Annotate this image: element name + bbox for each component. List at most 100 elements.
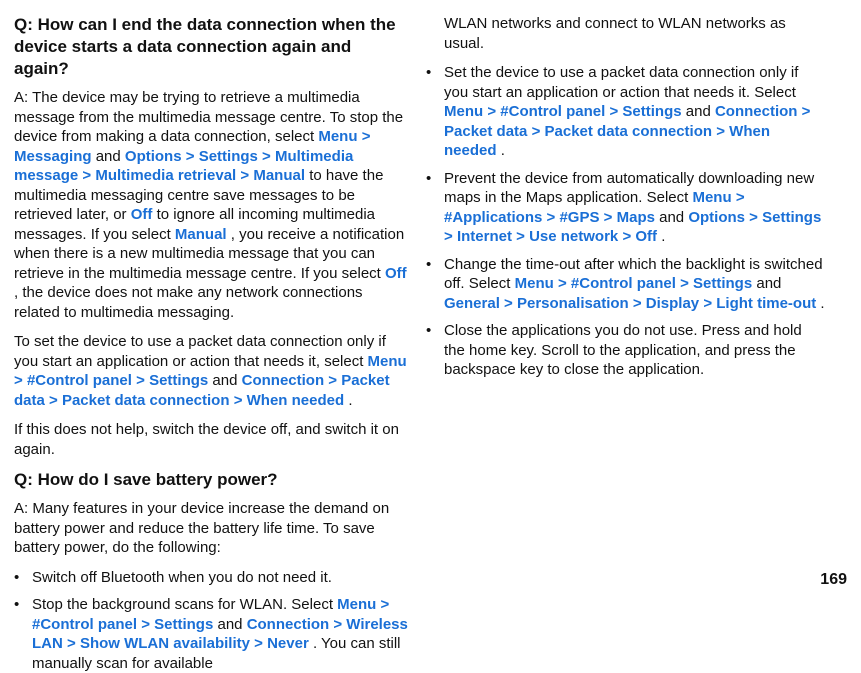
- breadcrumb-chevron-icon: >: [381, 596, 390, 613]
- breadcrumb-chevron-icon: >: [254, 635, 267, 652]
- list-item: • Stop the background scans for WLAN. Se…: [14, 595, 408, 673]
- bullet-icon: •: [426, 321, 444, 380]
- breadcrumb-chevron-icon: >: [609, 103, 622, 120]
- menu-link[interactable]: Menu: [515, 275, 554, 292]
- text: .: [820, 295, 824, 312]
- right-column: WLAN networks and connect to WLAN networ…: [426, 14, 826, 637]
- text: Prevent the device from automatically do…: [444, 170, 814, 207]
- breadcrumb-chevron-icon: >: [749, 209, 762, 226]
- show-wlan-link[interactable]: Show WLAN availability: [80, 635, 250, 652]
- breadcrumb-chevron-icon: >: [362, 128, 371, 145]
- bullet-text: Switch off Bluetooth when you do not nee…: [32, 568, 408, 588]
- text: .: [501, 142, 505, 159]
- breadcrumb-chevron-icon: >: [802, 103, 811, 120]
- personalisation-link[interactable]: Personalisation: [517, 295, 629, 312]
- breadcrumb-chevron-icon: >: [703, 295, 716, 312]
- breadcrumb-chevron-icon: >: [14, 372, 27, 389]
- manual-page: Q: How can I end the data connection whe…: [0, 0, 861, 651]
- text: , the device does not make any network c…: [14, 284, 363, 321]
- breadcrumb-chevron-icon: >: [136, 372, 149, 389]
- never-link[interactable]: Never: [267, 635, 309, 652]
- maps-link[interactable]: Maps: [617, 209, 655, 226]
- options-link[interactable]: Options: [688, 209, 745, 226]
- question-battery: Q: How do I save battery power?: [14, 469, 408, 491]
- breadcrumb-chevron-icon: >: [49, 392, 62, 409]
- connection-link[interactable]: Connection: [247, 616, 330, 633]
- text: Stop the background scans for WLAN. Sele…: [32, 596, 337, 613]
- breadcrumb-chevron-icon: >: [604, 209, 617, 226]
- bullet-icon: •: [426, 255, 444, 314]
- bullet-text: Close the applications you do not use. P…: [444, 321, 826, 380]
- connection-link[interactable]: Connection: [242, 372, 325, 389]
- list-item: • Prevent the device from automatically …: [426, 169, 826, 247]
- manual-link[interactable]: Manual: [253, 167, 305, 184]
- control-panel-link[interactable]: #Control panel: [32, 616, 137, 633]
- control-panel-link[interactable]: #Control panel: [27, 372, 132, 389]
- breadcrumb-chevron-icon: >: [141, 616, 154, 633]
- light-timeout-link[interactable]: Light time-out: [716, 295, 816, 312]
- bullet-text: Stop the background scans for WLAN. Sele…: [32, 595, 408, 673]
- breadcrumb-chevron-icon: >: [487, 103, 500, 120]
- settings-link[interactable]: Settings: [693, 275, 752, 292]
- text: Set the device to use a packet data conn…: [444, 64, 798, 101]
- general-link[interactable]: General: [444, 295, 500, 312]
- breadcrumb-chevron-icon: >: [333, 616, 346, 633]
- packet-data-connection-link[interactable]: Packet data connection: [62, 392, 230, 409]
- off-link[interactable]: Off: [635, 228, 657, 245]
- options-link[interactable]: Options: [125, 148, 182, 165]
- settings-link[interactable]: Settings: [762, 209, 821, 226]
- answer-battery-intro: A: Many features in your device increase…: [14, 499, 408, 558]
- answer-data-connection-p3: If this does not help, switch the device…: [14, 420, 408, 459]
- bullet-icon: •: [426, 63, 444, 161]
- list-item: • Set the device to use a packet data co…: [426, 63, 826, 161]
- control-panel-link[interactable]: #Control panel: [571, 275, 676, 292]
- packet-data-link[interactable]: Packet data: [444, 123, 527, 140]
- messaging-link[interactable]: Messaging: [14, 148, 92, 165]
- menu-link[interactable]: Menu: [318, 128, 357, 145]
- off-link[interactable]: Off: [131, 206, 153, 223]
- control-panel-link[interactable]: #Control panel: [500, 103, 605, 120]
- text: and: [217, 616, 246, 633]
- settings-link[interactable]: Settings: [199, 148, 258, 165]
- use-network-link[interactable]: Use network: [529, 228, 618, 245]
- applications-link[interactable]: #Applications: [444, 209, 542, 226]
- list-item: • Switch off Bluetooth when you do not n…: [14, 568, 408, 588]
- menu-link[interactable]: Menu: [692, 189, 731, 206]
- breadcrumb-chevron-icon: >: [622, 228, 635, 245]
- bullet-text: Change the time-out after which the back…: [444, 255, 826, 314]
- menu-link[interactable]: Menu: [368, 353, 407, 370]
- settings-link[interactable]: Settings: [154, 616, 213, 633]
- settings-link[interactable]: Settings: [622, 103, 681, 120]
- connection-link[interactable]: Connection: [715, 103, 798, 120]
- breadcrumb-chevron-icon: >: [532, 123, 545, 140]
- answer-data-connection-p2: To set the device to use a packet data c…: [14, 332, 408, 410]
- multimedia-retrieval-link[interactable]: Multimedia retrieval: [95, 167, 236, 184]
- breadcrumb-chevron-icon: >: [516, 228, 529, 245]
- text: To set the device to use a packet data c…: [14, 333, 386, 370]
- breadcrumb-chevron-icon: >: [736, 189, 745, 206]
- bullet-continuation: WLAN networks and connect to WLAN networ…: [444, 14, 826, 53]
- internet-link[interactable]: Internet: [457, 228, 512, 245]
- bullet-icon: •: [14, 568, 32, 588]
- left-column: Q: How can I end the data connection whe…: [14, 14, 408, 637]
- breadcrumb-chevron-icon: >: [328, 372, 341, 389]
- display-link[interactable]: Display: [646, 295, 699, 312]
- breadcrumb-chevron-icon: >: [262, 148, 275, 165]
- list-item: • Close the applications you do not use.…: [426, 321, 826, 380]
- settings-link[interactable]: Settings: [149, 372, 208, 389]
- breadcrumb-chevron-icon: >: [716, 123, 729, 140]
- when-needed-link[interactable]: When needed: [247, 392, 345, 409]
- menu-link[interactable]: Menu: [337, 596, 376, 613]
- menu-link[interactable]: Menu: [444, 103, 483, 120]
- text: and: [212, 372, 241, 389]
- packet-data-connection-link[interactable]: Packet data connection: [545, 123, 713, 140]
- gps-link[interactable]: #GPS: [559, 209, 599, 226]
- breadcrumb-chevron-icon: >: [444, 228, 457, 245]
- manual-link[interactable]: Manual: [175, 226, 227, 243]
- text: and: [756, 275, 781, 292]
- off-link[interactable]: Off: [385, 265, 407, 282]
- text: and: [686, 103, 715, 120]
- breadcrumb-chevron-icon: >: [680, 275, 693, 292]
- page-number: 169: [820, 570, 847, 591]
- bullet-text: Prevent the device from automatically do…: [444, 169, 826, 247]
